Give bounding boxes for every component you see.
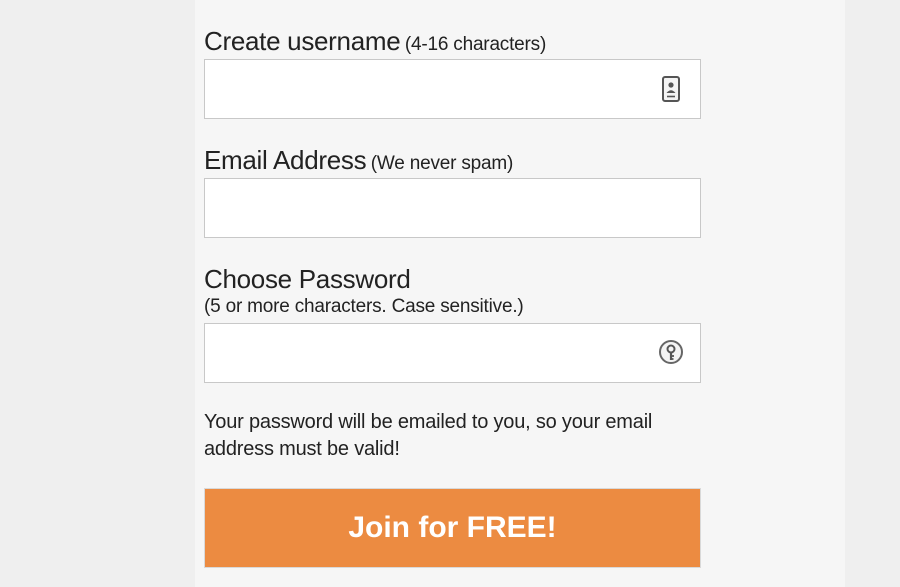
email-label-text: Email Address xyxy=(204,145,367,175)
username-input[interactable] xyxy=(205,60,669,116)
username-label: Create username (4-16 characters) xyxy=(204,26,546,57)
email-field[interactable] xyxy=(204,178,701,238)
email-input[interactable] xyxy=(205,179,669,235)
username-label-text: Create username xyxy=(204,26,401,56)
join-free-button[interactable]: Join for FREE! xyxy=(204,488,701,568)
password-label: Choose Password xyxy=(204,264,411,295)
password-hint: (5 or more characters. Case sensitive.) xyxy=(204,296,524,317)
email-label: Email Address (We never spam) xyxy=(204,145,513,176)
contact-card-icon[interactable] xyxy=(656,74,686,104)
password-email-note: Your password will be emailed to you, so… xyxy=(204,411,653,460)
password-field[interactable] xyxy=(204,323,701,383)
signup-form: Create username (4-16 characters) Email … xyxy=(204,0,704,587)
password-input[interactable] xyxy=(205,324,669,380)
password-key-icon[interactable] xyxy=(656,338,686,368)
username-field[interactable] xyxy=(204,59,701,119)
password-label-text: Choose Password xyxy=(204,264,411,294)
email-hint: (We never spam) xyxy=(370,153,514,174)
username-hint: (4-16 characters) xyxy=(404,34,547,55)
